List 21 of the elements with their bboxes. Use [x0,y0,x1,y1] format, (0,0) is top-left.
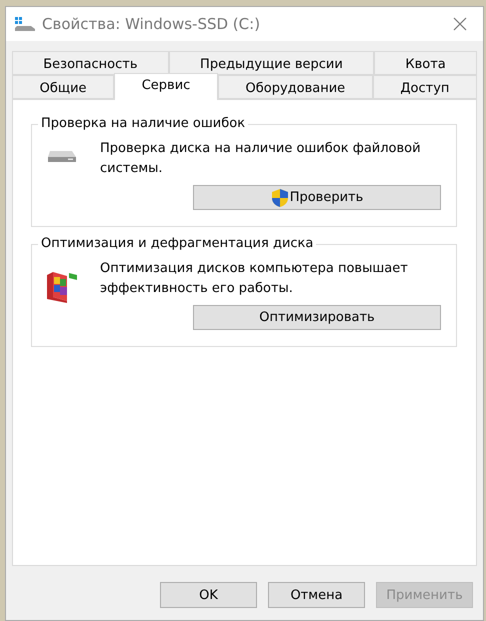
shield-icon [270,188,289,208]
tab[interactable]: Оборудование [218,75,373,99]
defragment-icon [45,269,79,303]
tab[interactable]: Сервис [114,73,218,100]
action-button[interactable]: Оптимизировать [193,305,441,330]
tab[interactable]: Безопасность [12,51,169,75]
group-title: Проверка на наличие ошибок [38,116,248,131]
close-icon [453,17,467,31]
description-text: Оптимизация дисков компьютера повышает эффективность его работы. [100,260,409,298]
tab[interactable]: Доступ [372,75,477,99]
action-button[interactable]: Проверить [193,185,441,210]
description-text: Проверка диска на наличие ошибок файловой системы. [100,140,422,178]
drive-icon [47,149,77,163]
group-title: Оптимизация и дефрагментация диска [38,236,316,251]
drive-icon [14,16,36,32]
tab[interactable]: Общие [12,75,114,99]
dialog-button[interactable]: OK [160,582,257,608]
window-title: Свойства: Windows-SSD (C:) [42,15,262,33]
tab[interactable]: Предыдущие версии [168,51,374,75]
dialog-button[interactable]: Отмена [268,582,365,608]
tab[interactable]: Квота [374,51,478,75]
